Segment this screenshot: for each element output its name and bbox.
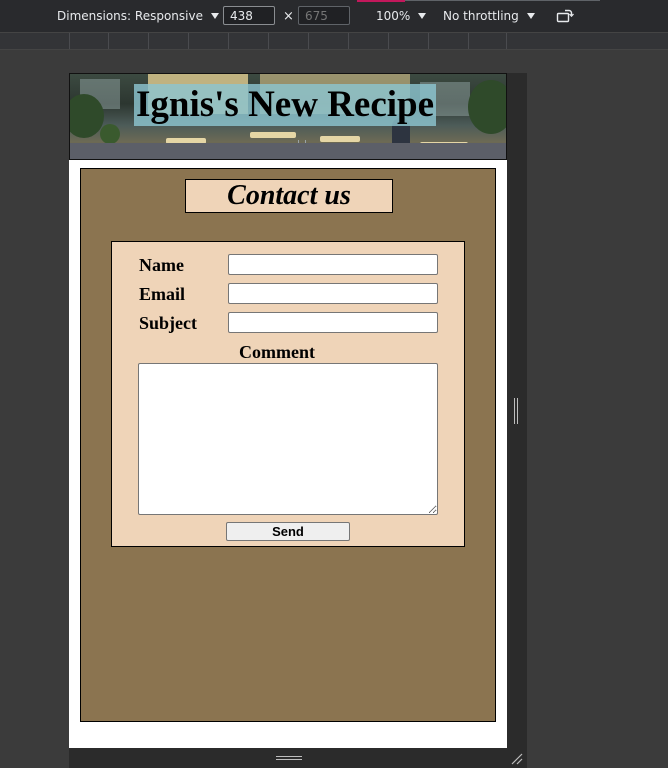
resize-corner-icon[interactable] xyxy=(510,752,524,766)
resize-handle-right[interactable] xyxy=(513,398,519,424)
times-separator: × xyxy=(283,9,294,24)
send-button[interactable]: Send xyxy=(226,522,350,541)
ruler-segment xyxy=(148,33,149,49)
ruler-segment xyxy=(468,33,469,49)
ruler-segment xyxy=(228,33,229,49)
ruler-segment xyxy=(108,33,109,49)
height-input[interactable] xyxy=(298,6,350,25)
device-toolbar: Dimensions: Responsive × 100% No throttl… xyxy=(0,0,668,32)
chevron-down-icon xyxy=(418,13,427,19)
ruler-segment xyxy=(506,33,507,49)
throttling-label: No throttling xyxy=(443,9,519,23)
plant xyxy=(70,94,104,138)
toolbar-accent-line xyxy=(357,0,405,2)
cafe-table xyxy=(250,132,296,138)
comment-label: Comment xyxy=(239,342,315,362)
zoom-dropdown[interactable]: 100% xyxy=(376,9,427,23)
dimensions-dropdown[interactable]: Dimensions: Responsive xyxy=(57,9,219,23)
contact-form: Name Email Subject Comment Send xyxy=(111,241,465,547)
name-label: Name xyxy=(139,255,184,275)
zoom-label: 100% xyxy=(376,9,411,23)
banner-image: Ignis's New Recipe xyxy=(69,73,507,160)
name-field[interactable] xyxy=(228,254,438,275)
ruler-segment xyxy=(188,33,189,49)
emulated-viewport: Ignis's New Recipe Contact us Name Email… xyxy=(69,73,507,748)
ruler-segment xyxy=(348,33,349,49)
ruler-segment xyxy=(268,33,269,49)
cafe-table xyxy=(320,136,360,142)
throttling-dropdown[interactable]: No throttling xyxy=(443,9,535,23)
ruler-segment xyxy=(69,33,70,49)
content-area: Contact us Name Email Subject Comment Se… xyxy=(80,168,496,722)
rotate-icon[interactable] xyxy=(556,8,574,24)
comment-textarea[interactable] xyxy=(138,363,438,515)
toolbar-divider-line xyxy=(405,0,600,1)
ruler-segment xyxy=(308,33,309,49)
ruler-segment xyxy=(428,33,429,49)
dimensions-label: Dimensions: Responsive xyxy=(57,9,203,23)
media-query-bar xyxy=(0,32,668,50)
page-heading: Contact us xyxy=(185,179,393,213)
chevron-down-icon xyxy=(526,13,535,19)
subject-label: Subject xyxy=(139,313,197,333)
chevron-down-icon xyxy=(210,13,219,19)
ruler-segment xyxy=(388,33,389,49)
floor xyxy=(70,143,506,159)
subject-field[interactable] xyxy=(228,312,438,333)
width-input[interactable] xyxy=(223,6,275,25)
email-label: Email xyxy=(139,284,186,304)
site-title: Ignis's New Recipe xyxy=(134,84,437,126)
resize-handle-bottom[interactable] xyxy=(276,756,302,762)
plant xyxy=(100,124,120,144)
email-field[interactable] xyxy=(228,283,438,304)
plant xyxy=(468,80,506,134)
